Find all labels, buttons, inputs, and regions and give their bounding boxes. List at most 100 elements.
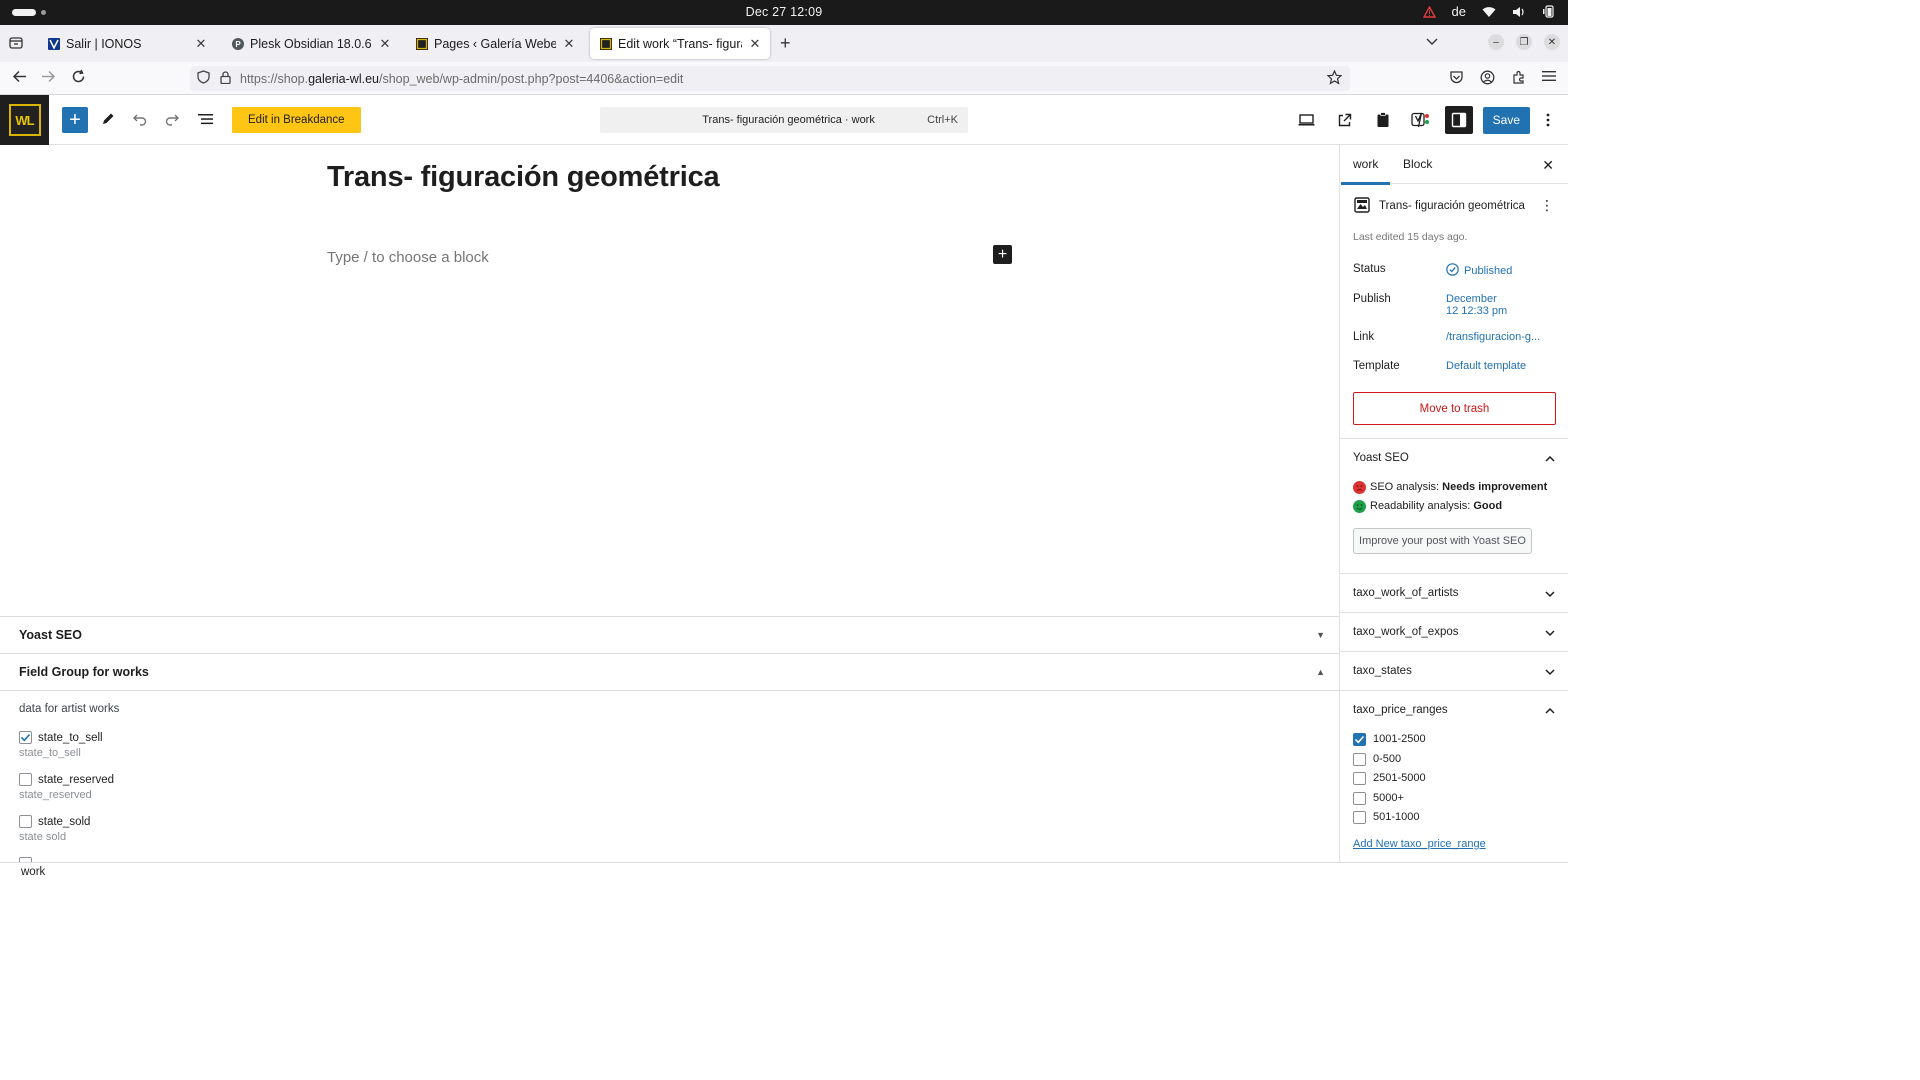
publish-date-button[interactable]: December 12 12:33 pm <box>1446 293 1507 317</box>
url-prefix: https://shop. <box>240 71 309 86</box>
panel-header[interactable]: taxo_states <box>1340 652 1568 691</box>
yoast-seo-metabox-header[interactable]: Yoast SEO ▼ <box>0 617 1339 654</box>
yoast-icon[interactable] <box>1407 106 1435 134</box>
sidebar-post-title: Trans- figuración geométrica <box>1379 200 1525 212</box>
back-arrow-icon[interactable] <box>12 69 27 87</box>
view-post-external-icon[interactable] <box>1331 106 1359 134</box>
panel-title: taxo_work_of_artists <box>1353 587 1459 599</box>
pocket-icon[interactable] <box>1449 70 1464 88</box>
price-range-item: 0-500 <box>1340 750 1568 770</box>
options-menu-icon[interactable] <box>1540 106 1556 134</box>
block-inserter-button[interactable]: + <box>62 107 88 133</box>
close-tab-icon[interactable]: ✕ <box>194 36 208 52</box>
os-top-bar: Dec 27 12:09 de <box>0 0 1568 25</box>
warning-icon[interactable] <box>1422 5 1436 18</box>
close-tab-icon[interactable]: ✕ <box>378 36 392 52</box>
sad-face-icon <box>1353 481 1366 494</box>
taxo-work-of-artists-panel: taxo_work_of_artists <box>1340 573 1568 613</box>
tab-work[interactable]: work <box>1340 145 1391 185</box>
browser-tab-pages[interactable]: Pages ‹ Galería Weber-Lu ✕ <box>406 28 584 59</box>
wifi-icon[interactable] <box>1482 6 1496 18</box>
desktop-preview-icon[interactable] <box>1293 106 1321 134</box>
battery-icon[interactable] <box>1542 5 1556 18</box>
price-range-label: 2501-5000 <box>1373 772 1426 784</box>
close-sidebar-icon[interactable]: ✕ <box>1542 157 1554 174</box>
field-group-metabox-header[interactable]: Field Group for works ▲ <box>0 654 1339 691</box>
forward-arrow-icon[interactable] <box>41 69 56 87</box>
permalink-button[interactable]: /transfiguracion-g... <box>1446 331 1540 343</box>
system-tray[interactable]: de <box>1422 4 1556 19</box>
galeria-icon <box>416 37 428 50</box>
publish-date-line2: 12 12:33 pm <box>1446 305 1508 317</box>
system-clock[interactable]: Dec 27 12:09 <box>0 5 1568 19</box>
price-range-checkbox[interactable] <box>1353 791 1366 805</box>
panel-header[interactable]: taxo_price_ranges <box>1340 691 1568 730</box>
url-bar[interactable]: https://shop.galeria-wl.eu/shop_web/wp-a… <box>190 66 1350 91</box>
price-range-checkbox[interactable] <box>1353 772 1366 785</box>
save-button[interactable]: Save <box>1482 106 1530 134</box>
new-tab-icon[interactable]: + <box>780 33 791 54</box>
move-to-trash-button[interactable]: Move to trash <box>1353 392 1556 425</box>
firefox-view-icon[interactable] <box>8 35 24 54</box>
browser-tab-plesk[interactable]: P Plesk Obsidian 18.0.65 ✕ <box>222 28 400 59</box>
price-range-checkbox[interactable] <box>1353 733 1366 746</box>
metabox-title: Field Group for works <box>19 665 149 679</box>
price-range-item: 501-1000 <box>1340 808 1568 828</box>
browser-tab-ionos[interactable]: Salir | IONOS ✕ <box>38 28 216 59</box>
state-to-sell-checkbox[interactable] <box>19 731 32 744</box>
edit-in-breakdance-button[interactable]: Edit in Breakdance <box>232 107 361 133</box>
lock-icon[interactable] <box>220 70 231 87</box>
account-icon[interactable] <box>1480 70 1495 88</box>
undo-icon[interactable] <box>132 111 148 130</box>
improve-with-yoast-button[interactable]: Improve your post with Yoast SEO <box>1353 528 1532 554</box>
readability-analysis-line: Readability analysis: Good <box>1340 497 1568 516</box>
site-logo-button[interactable]: WL <box>0 95 49 145</box>
post-actions-menu-icon[interactable]: ⋮ <box>1540 197 1554 214</box>
maximize-icon[interactable]: ❐ <box>1516 34 1532 50</box>
url-text[interactable]: https://shop.galeria-wl.eu/shop_web/wp-a… <box>240 72 683 86</box>
triangle-up-icon[interactable]: ▲ <box>1316 667 1325 677</box>
settings-sidebar-toggle-icon[interactable] <box>1444 106 1473 134</box>
extensions-icon[interactable] <box>1511 70 1526 88</box>
pencil-icon[interactable] <box>100 111 116 130</box>
default-block-appender[interactable]: Type / to choose a block <box>327 249 489 266</box>
panel-header[interactable]: taxo_work_of_artists <box>1340 574 1568 613</box>
triangle-down-icon[interactable]: ▼ <box>1316 630 1325 640</box>
tab-block[interactable]: Block <box>1403 145 1432 184</box>
inline-add-block-button[interactable]: + <box>993 245 1012 264</box>
breadcrumb-item[interactable]: work <box>21 866 45 878</box>
field-label: state_reserved <box>38 773 115 786</box>
command-palette-button[interactable]: Trans- figuración geométrica · work Ctrl… <box>600 107 968 133</box>
price-range-checkbox[interactable] <box>1353 752 1366 766</box>
hamburger-menu-icon[interactable] <box>1542 70 1556 88</box>
panel-header[interactable]: taxo_work_of_expos <box>1340 613 1568 652</box>
minimize-icon[interactable]: – <box>1488 34 1504 50</box>
galeria-icon <box>600 37 612 50</box>
redo-icon[interactable] <box>164 111 180 130</box>
plugin-clipboard-icon[interactable] <box>1369 106 1397 134</box>
seo-analysis-label: SEO analysis: <box>1370 481 1440 493</box>
price-range-item: 2501-5000 <box>1340 769 1568 789</box>
price-range-checkbox[interactable] <box>1353 811 1366 824</box>
price-range-label: 0-500 <box>1373 752 1402 765</box>
keyboard-language[interactable]: de <box>1452 4 1466 19</box>
browser-tab-edit-work[interactable]: Edit work “Trans- figurac ✕ <box>590 28 770 59</box>
post-summary-header: Trans- figuración geométrica ⋮ <box>1340 184 1568 232</box>
status-value-button[interactable]: Published <box>1446 263 1512 279</box>
reload-icon[interactable] <box>71 69 86 87</box>
state-reserved-checkbox[interactable] <box>19 773 32 786</box>
volume-icon[interactable] <box>1512 6 1526 18</box>
close-tab-icon[interactable]: ✕ <box>748 36 762 52</box>
document-overview-icon[interactable] <box>197 111 214 130</box>
yoast-panel-header[interactable]: Yoast SEO <box>1340 439 1568 478</box>
tracking-protection-icon[interactable] <box>197 70 210 87</box>
close-window-icon[interactable]: ✕ <box>1544 34 1560 50</box>
state-sold-checkbox[interactable] <box>19 815 32 828</box>
list-all-tabs-icon[interactable] <box>1426 35 1438 49</box>
bookmark-star-icon[interactable] <box>1326 69 1343 88</box>
close-tab-icon[interactable]: ✕ <box>562 36 576 52</box>
post-title-field[interactable]: Trans- figuración geométrica <box>327 161 720 194</box>
add-new-price-range-link[interactable]: Add New taxo_price_range <box>1353 838 1568 850</box>
command-title: Trans- figuración geométrica · work <box>702 114 875 126</box>
template-button[interactable]: Default template <box>1446 360 1526 372</box>
